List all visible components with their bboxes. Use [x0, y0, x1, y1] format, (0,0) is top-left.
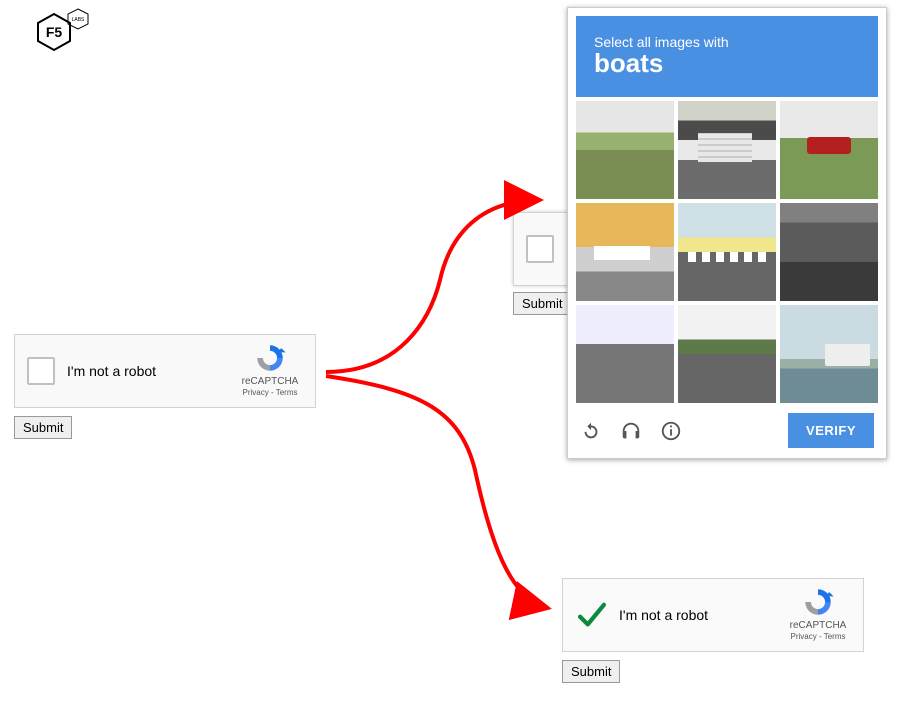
reload-icon[interactable]	[580, 420, 602, 442]
recaptcha-checkbox[interactable]	[27, 357, 55, 385]
privacy-link[interactable]: Privacy	[791, 632, 817, 641]
recaptcha-branding: reCAPTCHA Privacy - Terms	[783, 585, 853, 641]
challenge-tile[interactable]	[576, 101, 674, 199]
info-icon[interactable]	[660, 420, 682, 442]
privacy-link[interactable]: Privacy	[243, 388, 269, 397]
checkmark-icon	[575, 598, 609, 632]
recaptcha-brand-name: reCAPTCHA	[235, 376, 305, 387]
submit-button-solved[interactable]: Submit	[562, 660, 620, 683]
recaptcha-checkbox[interactable]	[526, 235, 554, 263]
svg-text:LABS: LABS	[72, 17, 85, 23]
arrow-to-solved	[326, 376, 548, 608]
terms-link[interactable]: Terms	[824, 632, 846, 641]
headphones-icon[interactable]	[620, 420, 642, 442]
recaptcha-logo-icon	[801, 585, 835, 619]
recaptcha-image-challenge: Select all images with boats VERIFY	[567, 7, 887, 459]
verify-button[interactable]: VERIFY	[788, 413, 874, 448]
f5-labs-logo: F5 LABS	[28, 8, 100, 61]
arrow-to-challenge	[326, 200, 540, 372]
recaptcha-anchor-initial: I'm not a robot reCAPTCHA Privacy - Term…	[14, 334, 316, 408]
challenge-header: Select all images with boats	[576, 16, 878, 97]
recaptcha-logo-icon	[253, 341, 287, 375]
recaptcha-brand-name: reCAPTCHA	[783, 620, 853, 631]
challenge-tile[interactable]	[780, 305, 878, 403]
challenge-tile[interactable]	[576, 203, 674, 301]
challenge-subject: boats	[594, 50, 860, 77]
recaptcha-anchor-label: I'm not a robot	[67, 363, 156, 379]
challenge-footer: VERIFY	[576, 403, 878, 450]
recaptcha-anchor-label: I'm not a robot	[619, 607, 708, 623]
recaptcha-state-initial: I'm not a robot reCAPTCHA Privacy - Term…	[14, 334, 316, 439]
recaptcha-state-solved: I'm not a robot reCAPTCHA Privacy - Term…	[562, 578, 864, 683]
challenge-tile[interactable]	[678, 101, 776, 199]
challenge-tile[interactable]	[576, 305, 674, 403]
challenge-tile[interactable]	[780, 101, 878, 199]
terms-link[interactable]: Terms	[276, 388, 298, 397]
submit-button-initial[interactable]: Submit	[14, 416, 72, 439]
recaptcha-branding: reCAPTCHA Privacy - Terms	[235, 341, 305, 397]
challenge-image-grid	[576, 101, 878, 403]
submit-button-behind[interactable]: Submit	[513, 292, 571, 315]
challenge-tile[interactable]	[780, 203, 878, 301]
challenge-tile[interactable]	[678, 305, 776, 403]
challenge-tile[interactable]	[678, 203, 776, 301]
svg-text:F5: F5	[46, 24, 63, 40]
recaptcha-anchor-solved: I'm not a robot reCAPTCHA Privacy - Term…	[562, 578, 864, 652]
